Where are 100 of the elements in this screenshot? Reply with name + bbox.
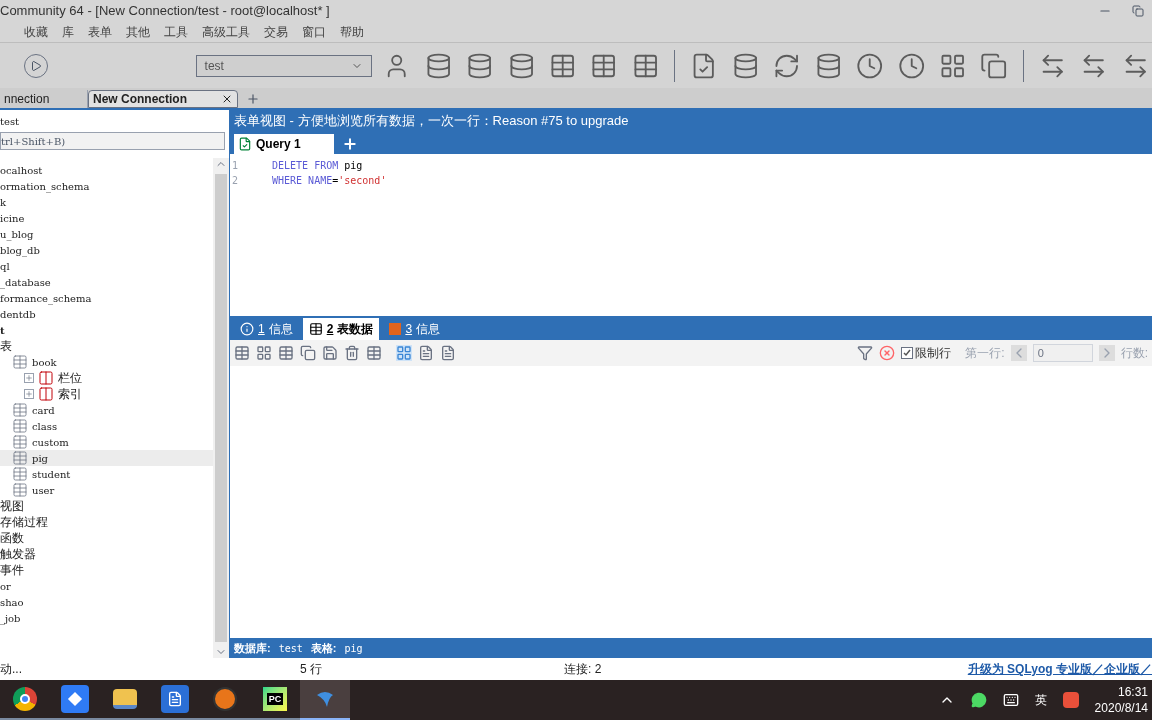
- code-line: DELETE FROM pig: [272, 159, 363, 173]
- text-view-icon[interactable]: [440, 345, 456, 361]
- tree-item[interactable]: 视图: [0, 498, 213, 514]
- sql-editor[interactable]: 1 DELETE FROM pig 2 WHERE NAME='second': [230, 154, 1152, 316]
- clock-icon[interactable]: [897, 51, 925, 80]
- table-name: pig: [344, 641, 363, 656]
- tree-item[interactable]: or: [0, 578, 213, 594]
- line-number: 2: [231, 174, 240, 188]
- tree-item[interactable]: 栏位: [0, 370, 213, 386]
- check-icon: [902, 348, 913, 358]
- tree-item[interactable]: shao: [0, 594, 213, 610]
- tree-item[interactable]: custom: [0, 434, 213, 450]
- grid-view-icon[interactable]: [396, 345, 412, 361]
- database-select[interactable]: test: [195, 54, 373, 77]
- tree-item[interactable]: pig: [0, 450, 213, 466]
- tree-item[interactable]: class: [0, 418, 213, 434]
- filter-field[interactable]: trl+Shift+B): [0, 132, 225, 150]
- clock-icon[interactable]: [856, 51, 884, 80]
- copy-icon[interactable]: [300, 345, 316, 361]
- upgrade-link[interactable]: 升级为 SQLyog 专业版／企业版／: [967, 660, 1152, 678]
- pycharm-icon[interactable]: PC: [263, 687, 287, 711]
- tree-item[interactable]: 存储过程: [0, 514, 213, 530]
- play-icon: [29, 59, 42, 72]
- table-icon: [12, 466, 28, 482]
- result-tab[interactable]: 3 信息: [383, 318, 447, 340]
- keyboard-icon[interactable]: [1002, 692, 1019, 708]
- first-row-field[interactable]: 0: [1032, 344, 1093, 362]
- menu-item[interactable]: 工具: [164, 23, 188, 41]
- first-row-label: 第一行:: [965, 345, 1005, 362]
- tree-item[interactable]: formance_schema: [0, 290, 213, 306]
- next-icon[interactable]: [1098, 345, 1115, 361]
- tree-item[interactable]: blog_db: [0, 242, 213, 258]
- menu-item[interactable]: 高级工具: [202, 23, 250, 41]
- tree-item[interactable]: 触发器: [0, 546, 213, 562]
- restore-icon[interactable]: [1132, 5, 1144, 17]
- table-icon: [12, 434, 28, 450]
- tree-item[interactable]: card: [0, 402, 213, 418]
- delete-icon[interactable]: [344, 345, 360, 361]
- document-icon[interactable]: [161, 685, 189, 713]
- menu-item[interactable]: 其他: [126, 23, 150, 41]
- input-language[interactable]: 英: [1034, 691, 1047, 709]
- save-icon[interactable]: [322, 345, 338, 361]
- clock-date[interactable]: 2020/8/14: [1094, 700, 1148, 716]
- table-icon[interactable]: [278, 345, 294, 361]
- notes-icon[interactable]: [61, 685, 89, 713]
- tree-item[interactable]: _job: [0, 610, 213, 626]
- folder-icon[interactable]: [113, 689, 137, 709]
- code-line: WHERE NAME='second': [272, 174, 387, 188]
- database-label: 数据库:: [234, 640, 271, 656]
- tree-item[interactable]: 表: [0, 338, 213, 354]
- chrome-icon[interactable]: [13, 687, 37, 711]
- chat-icon[interactable]: [970, 692, 987, 708]
- previous-icon[interactable]: [1010, 345, 1027, 361]
- result-tab[interactable]: 1 信息: [234, 318, 299, 340]
- table-icon[interactable]: [366, 345, 382, 361]
- close-icon[interactable]: [221, 93, 233, 105]
- clock-time[interactable]: 16:31: [1117, 684, 1148, 700]
- expand-icon[interactable]: [24, 373, 34, 383]
- query-icon: [238, 137, 252, 151]
- table-icon: [12, 450, 28, 466]
- query-tab[interactable]: Query 1: [234, 134, 334, 154]
- menu-item[interactable]: 窗口: [302, 23, 326, 41]
- input-method-icon[interactable]: [1062, 692, 1079, 708]
- tree-item[interactable]: user: [0, 482, 213, 498]
- menu-item[interactable]: 收藏: [24, 23, 48, 41]
- tree-item[interactable]: student: [0, 466, 213, 482]
- tree-item[interactable]: 函数: [0, 530, 213, 546]
- tree-item[interactable]: ql: [0, 258, 213, 274]
- tree-item[interactable]: book: [0, 354, 213, 370]
- tree-item[interactable]: 事件: [0, 562, 213, 578]
- tree-item[interactable]: dentdb: [0, 306, 213, 322]
- limit-rows-checkbox[interactable]: 限制行: [901, 344, 952, 362]
- filter-icon[interactable]: [857, 345, 874, 361]
- rows-label: 行数:: [1120, 345, 1148, 362]
- form-view-icon[interactable]: [418, 345, 434, 361]
- menu-item[interactable]: 表单: [88, 23, 112, 41]
- status-message: 动...: [0, 661, 23, 678]
- tree-item[interactable]: 索引: [0, 386, 213, 402]
- tree-item[interactable]: t: [0, 322, 213, 338]
- connection-tab[interactable]: New Connection: [88, 90, 238, 108]
- row-count: 5 行: [300, 661, 323, 678]
- table-icon: [12, 402, 28, 418]
- add-tab-icon[interactable]: [246, 92, 260, 106]
- menu-item[interactable]: 库: [62, 23, 74, 41]
- database-icon[interactable]: [466, 51, 494, 80]
- menu-item[interactable]: 帮助: [340, 23, 364, 41]
- tree-item[interactable]: ocalhost: [0, 162, 213, 178]
- tree-item[interactable]: ormation_schema: [0, 178, 213, 194]
- clear-filter-icon[interactable]: [879, 345, 896, 361]
- app-icon[interactable]: [213, 687, 237, 711]
- tree-item[interactable]: _database: [0, 274, 213, 290]
- grid-icon[interactable]: [256, 345, 272, 361]
- expand-icon[interactable]: [24, 389, 34, 399]
- table-icon[interactable]: [234, 345, 250, 361]
- tree-item[interactable]: u_blog: [0, 226, 213, 242]
- result-tab[interactable]: 2 表数据: [302, 318, 380, 340]
- tree-item[interactable]: k: [0, 194, 213, 210]
- tree-item[interactable]: icine: [0, 210, 213, 226]
- add-query-icon[interactable]: [342, 136, 358, 152]
- menu-item[interactable]: 交易: [264, 23, 288, 41]
